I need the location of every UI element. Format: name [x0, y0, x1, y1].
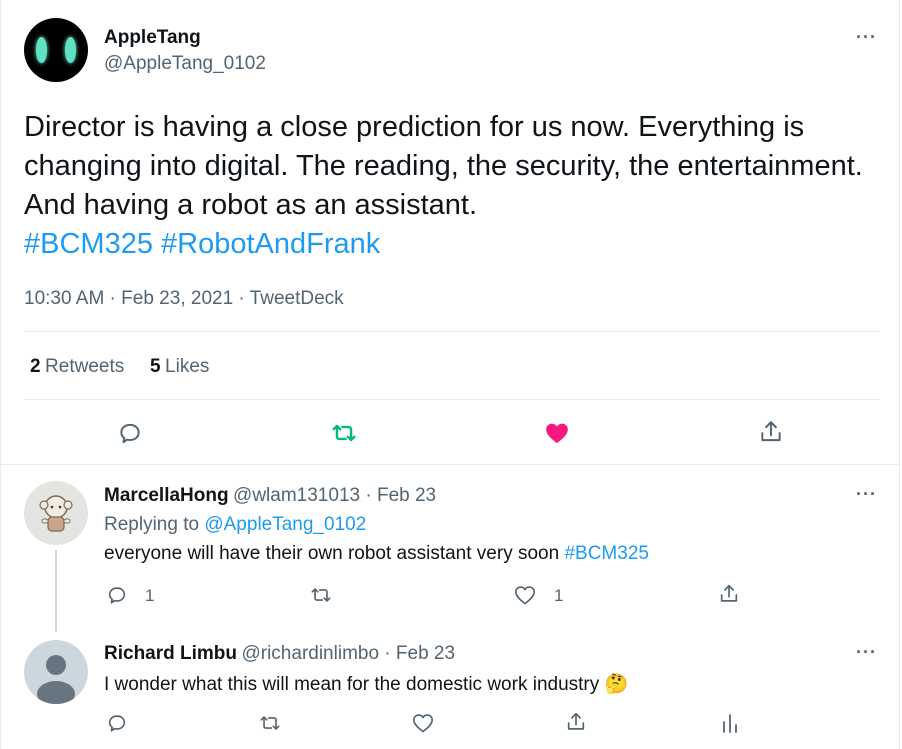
replying-to: Replying to @AppleTang_0102 [104, 514, 366, 536]
reply-icon [108, 715, 126, 732]
reply-icon [120, 423, 140, 444]
avatar-eye-left [36, 37, 47, 63]
reply-share-button[interactable] [562, 709, 590, 735]
reply-handle-time[interactable]: @wlam131013 · Feb 23 [233, 485, 436, 506]
share-icon [761, 421, 781, 442]
reply-reply-button[interactable] [104, 710, 130, 736]
reply-avatar[interactable] [24, 640, 88, 704]
thinking-emoji: 🤔 [604, 674, 629, 695]
share-button[interactable] [754, 415, 788, 449]
retweets-label: Retweets [45, 356, 125, 377]
heart-icon [413, 714, 433, 733]
share-icon [567, 712, 585, 730]
reply-author-name[interactable]: Richard Limbu [104, 643, 237, 664]
share-icon [720, 584, 738, 602]
reply-more-button[interactable]: ··· [856, 484, 877, 505]
default-profile-icon [37, 655, 75, 704]
reply-share-button[interactable] [715, 581, 743, 607]
heart-icon [515, 586, 535, 605]
reply-avatar[interactable] [24, 481, 88, 545]
retweet-icon [311, 588, 331, 602]
section-divider [0, 464, 900, 465]
monkey-avatar-icon [39, 495, 73, 532]
retweets-stat[interactable]: 2 Retweets [30, 356, 124, 378]
reply-count: 1 [145, 586, 155, 605]
analytics-button[interactable] [717, 710, 743, 736]
avatar-eye-right [65, 37, 76, 63]
reply-like-button[interactable] [511, 582, 539, 608]
retweet-button[interactable] [327, 416, 361, 450]
thread-line [55, 550, 57, 632]
replying-to-handle[interactable]: @AppleTang_0102 [204, 514, 366, 535]
reply-header: MarcellaHong @wlam131013 · Feb 23 [104, 485, 436, 507]
likes-label: Likes [165, 356, 210, 377]
retweet-icon [332, 424, 356, 442]
reply-author-name[interactable]: MarcellaHong [104, 485, 229, 506]
likes-count: 5 [150, 356, 161, 377]
reply-text: I wonder what this will mean for the dom… [104, 672, 628, 696]
author-handle[interactable]: @AppleTang_0102 [104, 53, 266, 75]
reply-handle-time[interactable]: @richardinlimbo · Feb 23 [241, 643, 455, 664]
tweet-body: Director is having a close prediction fo… [24, 111, 863, 221]
hashtag-link[interactable]: #BCM325 [564, 543, 649, 564]
reply-retweet-button[interactable] [307, 582, 335, 608]
reply-reply-button[interactable] [104, 582, 130, 608]
hashtag-link[interactable]: #RobotAndFrank [161, 228, 380, 260]
reply-icon [108, 587, 126, 604]
retweets-count: 2 [30, 356, 41, 377]
divider [24, 399, 880, 400]
reply-body: everyone will have their own robot assis… [104, 543, 560, 564]
reply-text: everyone will have their own robot assis… [104, 543, 649, 565]
author-avatar[interactable] [24, 18, 88, 82]
reply-more-button[interactable]: ··· [856, 642, 877, 663]
tweet-text: Director is having a close prediction fo… [24, 108, 874, 264]
tweet-timestamp[interactable]: 10:30 AM · Feb 23, 2021 · TweetDeck [24, 288, 344, 310]
divider [24, 331, 880, 332]
like-count: 1 [554, 586, 564, 605]
hashtag-link[interactable]: #BCM325 [24, 228, 153, 260]
retweet-icon [260, 716, 280, 730]
reply-button[interactable] [113, 416, 147, 450]
more-options-button[interactable]: ··· [856, 27, 877, 48]
author-name[interactable]: AppleTang [104, 27, 201, 49]
like-button[interactable] [540, 416, 574, 450]
replying-prefix: Replying to [104, 514, 200, 535]
reply-retweet-button[interactable] [256, 710, 284, 736]
reply-header: Richard Limbu @richardinlimbo · Feb 23 [104, 643, 455, 665]
reply-like-button[interactable] [409, 710, 437, 736]
reply-body: I wonder what this will mean for the dom… [104, 674, 600, 695]
heart-filled-icon [546, 423, 568, 444]
analytics-icon [723, 714, 737, 733]
likes-stat[interactable]: 5 Likes [150, 356, 209, 378]
